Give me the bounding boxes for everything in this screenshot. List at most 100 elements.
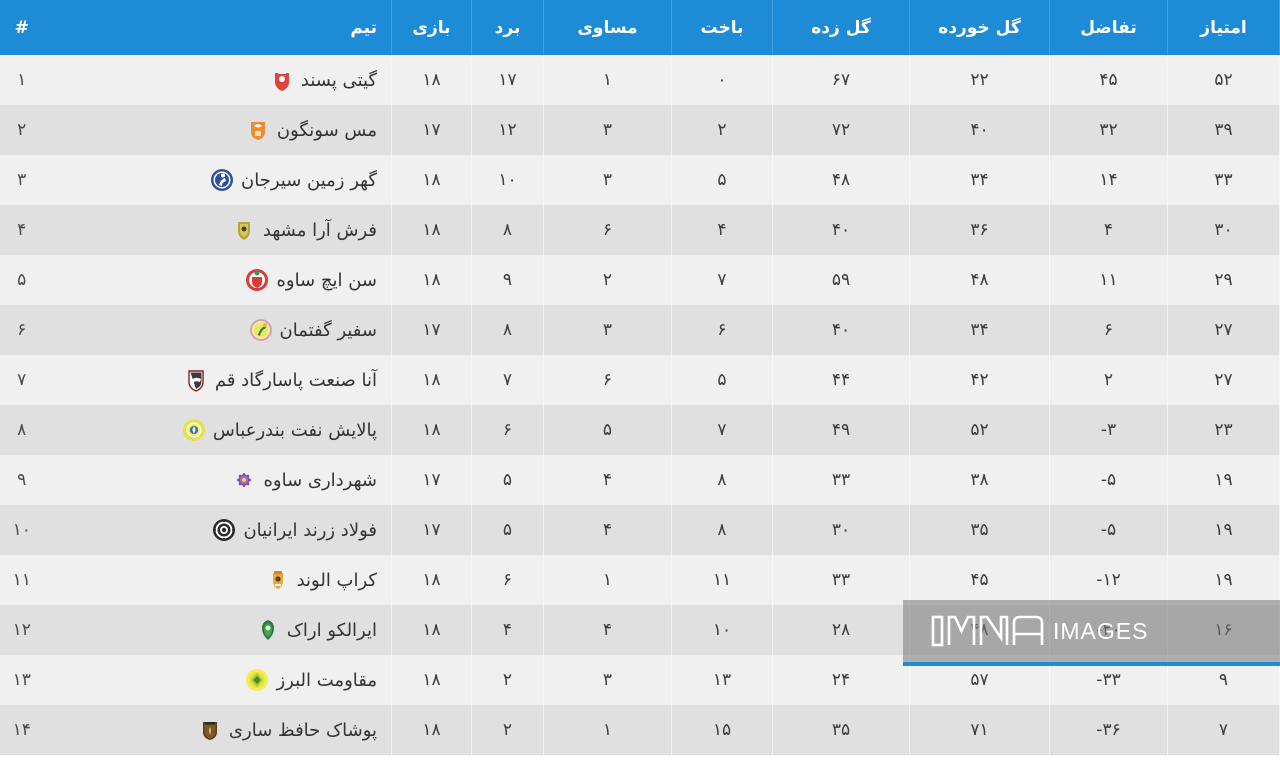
cell-lost: ۷ bbox=[671, 405, 773, 455]
cell-rank: ۱۰ bbox=[0, 505, 44, 555]
table-row[interactable]: ۳۳ ۱۴ ۳۴ ۴۸ ۵ ۳ ۱۰ ۱۸ گهر زمین سیرجان ۳ bbox=[0, 155, 1280, 205]
table-row[interactable]: ۱۹ ۵- ۳۸ ۳۳ ۸ ۴ ۵ ۱۷ شهرداری ساوه ۹ bbox=[0, 455, 1280, 505]
cell-draw: ۳ bbox=[543, 155, 672, 205]
cell-goals-against: ۲۲ bbox=[909, 55, 1050, 105]
cell-draw: ۶ bbox=[543, 205, 672, 255]
table-row[interactable]: ۱۹ ۵- ۳۵ ۳۰ ۸ ۴ ۵ ۱۷ فولاد زرند ایرانیان ۱۰ bbox=[0, 505, 1280, 555]
cell-team[interactable]: مس سونگون bbox=[43, 105, 392, 155]
column-header-draw[interactable]: مساوی bbox=[543, 0, 672, 55]
cell-win: ۴ bbox=[471, 605, 544, 655]
cell-draw: ۱ bbox=[543, 705, 672, 755]
team-name: سفیر گفتمان bbox=[279, 319, 378, 341]
cell-draw: ۳ bbox=[543, 305, 672, 355]
cell-goal-difference: ۴۵ bbox=[1049, 55, 1168, 105]
column-header-win[interactable]: برد bbox=[471, 0, 544, 55]
cell-played: ۱۷ bbox=[391, 305, 472, 355]
cell-team[interactable]: فولاد زرند ایرانیان bbox=[43, 505, 392, 555]
table-row[interactable]: ۲۷ ۶ ۳۴ ۴۰ ۶ ۳ ۸ ۱۷ سفیر گفتمان ۶ bbox=[0, 305, 1280, 355]
column-header-goals-against[interactable]: گل خورده bbox=[909, 0, 1050, 55]
cell-points: ۱۹ bbox=[1167, 455, 1280, 505]
team-name: کراپ الوند bbox=[296, 569, 377, 591]
cell-win: ۸ bbox=[471, 205, 544, 255]
column-header-goals-for[interactable]: گل زده bbox=[772, 0, 910, 55]
column-header-points[interactable]: امتیاز bbox=[1167, 0, 1280, 55]
sunich-saveh-crest-icon bbox=[245, 268, 269, 292]
table-header: امتیاز تفاضل گل خورده گل زده باخت مساوی … bbox=[0, 0, 1280, 55]
cell-draw: ۵ bbox=[543, 405, 672, 455]
iralco-arak-crest-icon bbox=[256, 618, 280, 642]
cell-goal-difference: ۵- bbox=[1049, 455, 1168, 505]
cell-goal-difference: ۵- bbox=[1049, 505, 1168, 555]
gohar-zamin-sirjan-crest-icon bbox=[210, 168, 234, 192]
column-header-team-label: تیم bbox=[350, 17, 377, 38]
cell-lost: ۱۰ bbox=[671, 605, 773, 655]
cell-played: ۱۷ bbox=[391, 505, 472, 555]
team-name: فولاد زرند ایرانیان bbox=[243, 519, 377, 541]
cell-draw: ۴ bbox=[543, 455, 672, 505]
cell-goals-against: ۴۵ bbox=[909, 555, 1050, 605]
cell-team[interactable]: مقاومت البرز bbox=[43, 655, 392, 705]
cell-goals-for: ۲۸ bbox=[772, 605, 910, 655]
cell-team[interactable]: فرش آرا مشهد bbox=[43, 205, 392, 255]
cell-team[interactable]: گیتی پسند bbox=[43, 55, 392, 105]
cell-win: ۱۰ bbox=[471, 155, 544, 205]
cell-points: ۳۹ bbox=[1167, 105, 1280, 155]
cell-lost: ۶ bbox=[671, 305, 773, 355]
column-header-team[interactable]: تیم bbox=[43, 0, 392, 55]
table-row[interactable]: ۲۷ ۲ ۴۲ ۴۴ ۵ ۶ ۷ ۱۸ آنا صنعت پاسارگاد قم ۷ bbox=[0, 355, 1280, 405]
column-header-rank[interactable]: # bbox=[0, 0, 44, 55]
cell-goal-difference: ۳۲ bbox=[1049, 105, 1168, 155]
cell-goal-difference: ۳- bbox=[1049, 405, 1168, 455]
table-row[interactable]: ۱۶ ۲۰- ۴۸ ۲۸ ۱۰ ۴ ۴ ۱۸ ایرالکو اراک ۱۲ bbox=[0, 605, 1280, 655]
cell-team[interactable]: پالایش نفت بندرعباس bbox=[43, 405, 392, 455]
cell-draw: ۴ bbox=[543, 605, 672, 655]
team-name: گیتی پسند bbox=[300, 69, 377, 91]
column-header-lost[interactable]: باخت bbox=[671, 0, 773, 55]
cell-draw: ۶ bbox=[543, 355, 672, 405]
cell-rank: ۱ bbox=[0, 55, 44, 105]
team-name: پوشاک حافظ ساری bbox=[228, 719, 377, 741]
table-row[interactable]: ۲۹ ۱۱ ۴۸ ۵۹ ۷ ۲ ۹ ۱۸ سن ایچ ساوه ۵ bbox=[0, 255, 1280, 305]
cell-goals-for: ۴۸ bbox=[772, 155, 910, 205]
safir-goftman-crest-icon bbox=[249, 318, 273, 342]
cell-team[interactable]: ایرالکو اراک bbox=[43, 605, 392, 655]
cell-team[interactable]: گهر زمین سیرجان bbox=[43, 155, 392, 205]
cell-goals-for: ۴۰ bbox=[772, 205, 910, 255]
cell-goal-difference: ۲۰- bbox=[1049, 605, 1168, 655]
cell-draw: ۳ bbox=[543, 105, 672, 155]
cell-goals-for: ۴۹ bbox=[772, 405, 910, 455]
column-header-goal-difference[interactable]: تفاضل bbox=[1049, 0, 1168, 55]
table-row[interactable]: ۱۹ ۱۲- ۴۵ ۳۳ ۱۱ ۱ ۶ ۱۸ کراپ الوند ۱۱ bbox=[0, 555, 1280, 605]
team-name: گهر زمین سیرجان bbox=[241, 169, 377, 191]
column-header-played[interactable]: بازی bbox=[391, 0, 472, 55]
cell-lost: ۱۳ bbox=[671, 655, 773, 705]
table-row[interactable]: ۲۳ ۳- ۵۲ ۴۹ ۷ ۵ ۶ ۱۸ پالایش نفت بندرعباس ۸ bbox=[0, 405, 1280, 455]
table-row[interactable]: ۵۲ ۴۵ ۲۲ ۶۷ ۰ ۱ ۱۷ ۱۸ گیتی پسند ۱ bbox=[0, 55, 1280, 105]
cell-team[interactable]: کراپ الوند bbox=[43, 555, 392, 605]
cell-win: ۲ bbox=[471, 705, 544, 755]
cell-team[interactable]: شهرداری ساوه bbox=[43, 455, 392, 505]
cell-team[interactable]: سفیر گفتمان bbox=[43, 305, 392, 355]
cell-draw: ۱ bbox=[543, 555, 672, 605]
cell-goals-for: ۴۴ bbox=[772, 355, 910, 405]
table-row[interactable]: ۹ ۳۳- ۵۷ ۲۴ ۱۳ ۳ ۲ ۱۸ مقاومت البرز ۱۳ bbox=[0, 655, 1280, 705]
team-name: شهرداری ساوه bbox=[263, 469, 377, 491]
cell-goal-difference: ۱۲- bbox=[1049, 555, 1168, 605]
cell-goal-difference: ۲ bbox=[1049, 355, 1168, 405]
table-row[interactable]: ۳۰ ۴ ۳۶ ۴۰ ۴ ۶ ۸ ۱۸ فرش آرا مشهد ۴ bbox=[0, 205, 1280, 255]
cell-lost: ۵ bbox=[671, 355, 773, 405]
cell-rank: ۵ bbox=[0, 255, 44, 305]
cell-points: ۱۹ bbox=[1167, 505, 1280, 555]
cell-played: ۱۸ bbox=[391, 405, 472, 455]
cell-team[interactable]: سن ایچ ساوه bbox=[43, 255, 392, 305]
cell-goals-for: ۳۳ bbox=[772, 455, 910, 505]
cell-team[interactable]: آنا صنعت پاسارگاد قم bbox=[43, 355, 392, 405]
team-name: سن ایچ ساوه bbox=[276, 269, 377, 291]
cell-rank: ۱۱ bbox=[0, 555, 44, 605]
table-row[interactable]: ۳۹ ۳۲ ۴۰ ۷۲ ۲ ۳ ۱۲ ۱۷ مس سونگون ۲ bbox=[0, 105, 1280, 155]
cell-goals-against: ۳۶ bbox=[909, 205, 1050, 255]
cell-team[interactable]: پوشاک حافظ ساری bbox=[43, 705, 392, 755]
cell-rank: ۶ bbox=[0, 305, 44, 355]
table-row[interactable]: ۷ ۳۶- ۷۱ ۳۵ ۱۵ ۱ ۲ ۱۸ پوشاک حافظ ساری ۱۴ bbox=[0, 705, 1280, 755]
cell-points: ۳۰ bbox=[1167, 205, 1280, 255]
